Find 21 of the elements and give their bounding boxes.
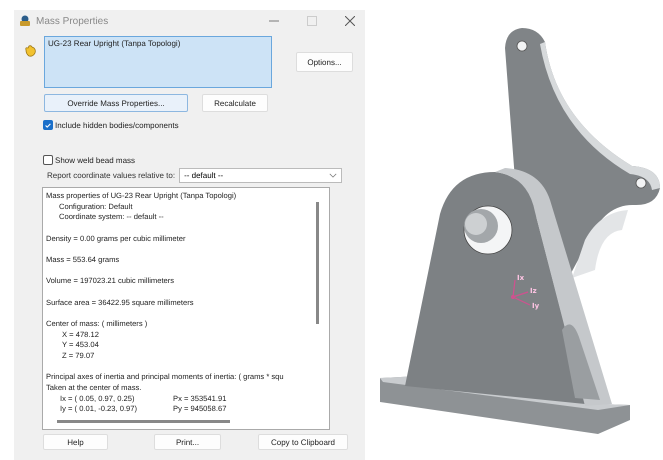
close-icon[interactable]	[345, 16, 355, 26]
window-title: Mass Properties	[36, 16, 108, 26]
vertical-scrollbar[interactable]	[316, 202, 319, 324]
options-button[interactable]: Options...	[296, 52, 353, 72]
axis-triad-icon	[511, 279, 531, 306]
hand-icon	[23, 44, 37, 58]
checkbox-label[interactable]: Include hidden bodies/components	[55, 120, 179, 130]
recalculate-button[interactable]: Recalculate	[202, 94, 268, 112]
selection-list[interactable]: UG-23 Rear Upright (Tanpa Topologi)	[44, 36, 272, 88]
coordinate-label: Report coordinate values relative to:	[47, 171, 176, 180]
dialog-button[interactable]: Copy to Clipboard	[258, 434, 348, 450]
checkbox[interactable]	[43, 155, 53, 165]
horizontal-scrollbar[interactable]	[57, 420, 230, 423]
checkbox[interactable]	[43, 120, 53, 130]
maximize-icon	[307, 16, 317, 26]
override-button[interactable]: Override Mass Properties...	[44, 94, 188, 112]
dialog-button[interactable]: Print...	[154, 434, 221, 450]
dialog-button[interactable]: Help	[43, 434, 108, 450]
coordinate-dropdown[interactable]: -- default --	[179, 168, 342, 183]
chevron-down-icon	[329, 173, 338, 178]
checkbox-label[interactable]: Show weld bead mass	[55, 156, 136, 164]
